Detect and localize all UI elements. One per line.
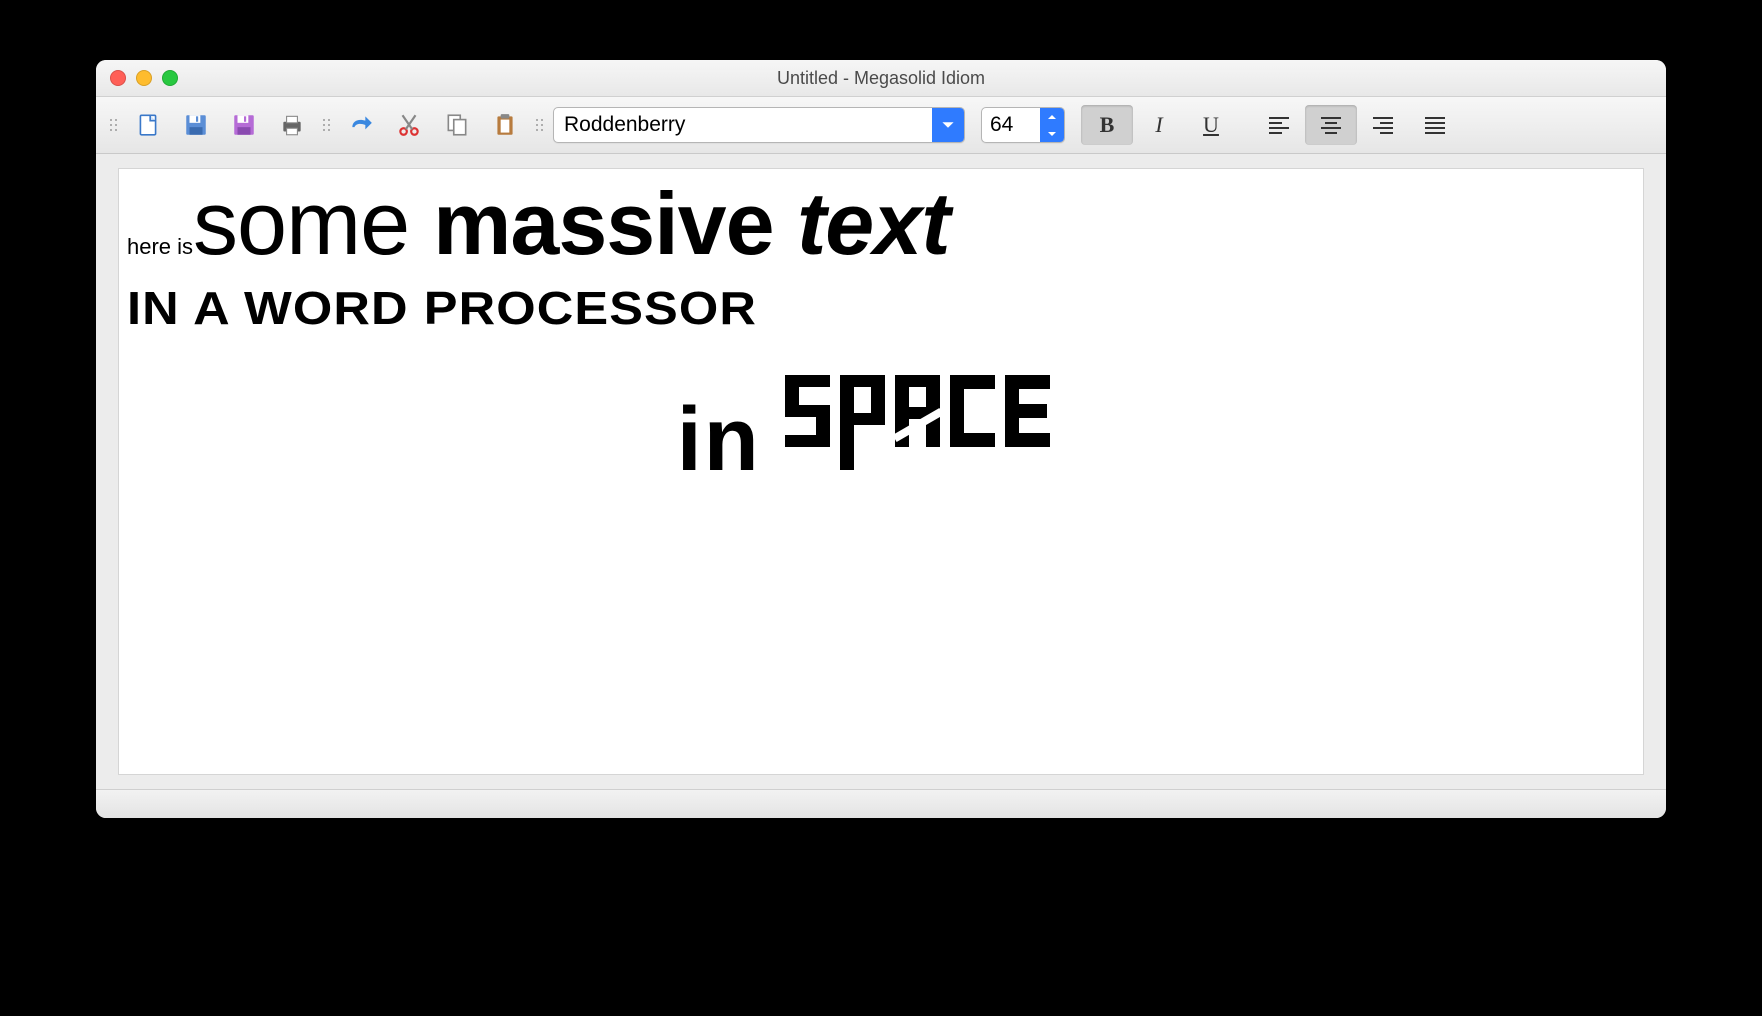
zoom-icon[interactable] xyxy=(162,70,178,86)
align-justify-button[interactable] xyxy=(1409,105,1461,145)
new-file-button[interactable] xyxy=(127,104,169,146)
text-run: here is xyxy=(127,234,193,259)
app-window: Untitled - Megasolid Idiom xyxy=(96,60,1666,818)
font-family-select[interactable] xyxy=(553,107,965,143)
bold-button[interactable]: B xyxy=(1081,105,1133,145)
text-run: in xyxy=(677,390,761,490)
minimize-icon[interactable] xyxy=(136,70,152,86)
font-size-select[interactable] xyxy=(981,107,1065,143)
align-group xyxy=(1253,105,1461,145)
cut-button[interactable] xyxy=(388,104,430,146)
toolbar-grip-icon xyxy=(532,119,547,131)
chevron-down-icon[interactable] xyxy=(1040,125,1064,142)
paste-button[interactable] xyxy=(484,104,526,146)
toolbar-grip-icon xyxy=(319,119,334,131)
font-family-input[interactable] xyxy=(554,113,932,137)
print-button[interactable] xyxy=(271,104,313,146)
text-line: IN A WORD PROCESSOR xyxy=(127,281,1666,335)
document-page[interactable]: here issome massive text IN A WORD PROCE… xyxy=(118,168,1644,775)
redo-button[interactable] xyxy=(340,104,382,146)
window-title: Untitled - Megasolid Idiom xyxy=(777,68,985,89)
canvas-area: here issome massive text IN A WORD PROCE… xyxy=(96,154,1666,789)
text-line: in xyxy=(127,375,1635,492)
text-run: text xyxy=(797,174,950,273)
traffic-lights xyxy=(110,70,178,86)
copy-button[interactable] xyxy=(436,104,478,146)
underline-button[interactable]: U xyxy=(1185,105,1237,145)
close-icon[interactable] xyxy=(110,70,126,86)
format-group: B I U xyxy=(1081,105,1237,145)
chevron-down-icon[interactable] xyxy=(932,108,964,142)
toolbar-grip-icon xyxy=(106,119,121,131)
italic-button[interactable]: I xyxy=(1133,105,1185,145)
save-as-button[interactable] xyxy=(223,104,265,146)
titlebar: Untitled - Megasolid Idiom xyxy=(96,60,1666,97)
align-right-button[interactable] xyxy=(1357,105,1409,145)
toolbar: B I U xyxy=(96,97,1666,154)
text-run: some xyxy=(193,174,433,274)
align-center-button[interactable] xyxy=(1305,105,1357,145)
text-line: here issome massive text xyxy=(127,179,1635,269)
save-button[interactable] xyxy=(175,104,217,146)
chevron-up-icon[interactable] xyxy=(1040,108,1064,125)
text-run: massive xyxy=(433,174,797,273)
statusbar xyxy=(96,789,1666,818)
font-size-stepper[interactable] xyxy=(1040,108,1064,142)
font-size-input[interactable] xyxy=(982,113,1040,137)
align-left-button[interactable] xyxy=(1253,105,1305,145)
text-run-space xyxy=(785,375,1085,475)
